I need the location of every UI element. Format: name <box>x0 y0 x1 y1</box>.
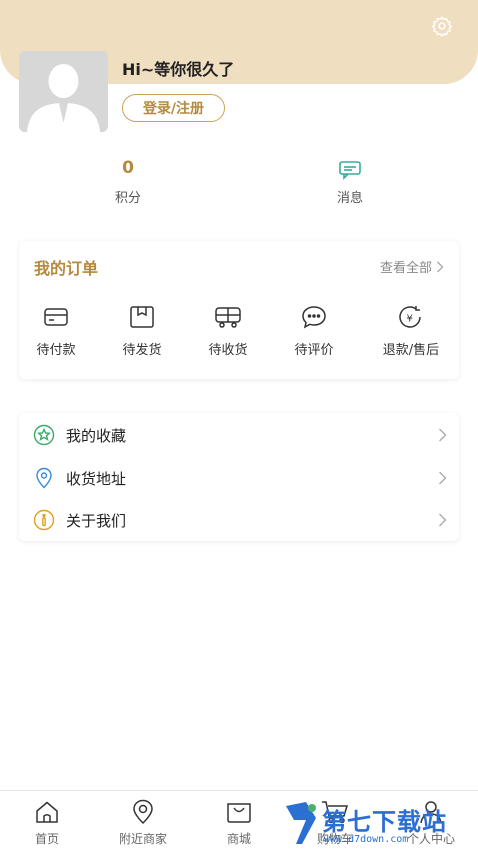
points-stat[interactable]: 0 积分 <box>68 158 188 206</box>
tab-mall[interactable]: 商城 <box>199 799 279 847</box>
menu-item-favorites[interactable]: 我的收藏 <box>19 415 459 455</box>
tab-nearby-label: 附近商家 <box>118 832 167 846</box>
messages-stat[interactable]: 消息 <box>290 158 410 206</box>
menu-item-about[interactable]: 关于我们 <box>19 500 459 540</box>
order-pending-receipt[interactable]: 待收货 <box>184 303 272 358</box>
map-pin-icon <box>133 799 153 825</box>
points-label: 积分 <box>114 191 141 206</box>
default-avatar-icon <box>19 51 108 132</box>
gear-icon <box>431 16 453 37</box>
info-icon <box>33 509 55 531</box>
chevron-right-icon <box>439 513 447 527</box>
truck-icon <box>215 307 241 328</box>
menu-item-address-label: 收货地址 <box>66 469 127 488</box>
points-value: 0 <box>122 158 134 178</box>
avatar[interactable] <box>19 51 108 132</box>
refund-icon: ¥ <box>399 306 421 328</box>
menu-item-address[interactable]: 收货地址 <box>19 458 459 498</box>
tab-profile-label: 个人中心 <box>406 832 455 846</box>
order-pending-receipt-label: 待收货 <box>208 343 248 358</box>
bottom-tab-bar: 首页 附近商家 商城 购物车 个人中心 <box>0 790 478 850</box>
shopping-bag-icon <box>227 803 251 823</box>
tab-home-label: 首页 <box>34 832 59 846</box>
greeting-text: Hi~等你很久了 <box>122 60 235 79</box>
view-all-label: 查看全部 <box>379 261 432 276</box>
order-pending-payment-label: 待付款 <box>36 343 76 358</box>
order-refund-label: 退款/售后 <box>382 343 440 358</box>
messages-label: 消息 <box>336 191 363 206</box>
home-icon <box>36 801 58 823</box>
comment-icon <box>302 306 326 329</box>
order-pending-review[interactable]: 待评价 <box>270 303 358 358</box>
view-all-orders-link[interactable]: 查看全部 <box>380 257 444 276</box>
tab-mall-label: 商城 <box>226 832 251 846</box>
tab-home[interactable]: 首页 <box>7 799 87 847</box>
svg-text:¥: ¥ <box>407 314 413 325</box>
star-icon <box>33 424 55 446</box>
menu-item-favorites-label: 我的收藏 <box>66 426 127 445</box>
card-icon <box>44 308 68 326</box>
orders-title: 我的订单 <box>34 259 99 278</box>
location-icon <box>36 467 52 489</box>
order-pending-shipment[interactable]: 待发货 <box>98 303 186 358</box>
order-pending-payment[interactable]: 待付款 <box>12 303 100 358</box>
person-icon <box>420 801 442 824</box>
orders-card: 我的订单 查看全部 待付款 待发货 待收货 待评价 ¥ 退款/售后 <box>19 241 459 379</box>
tab-nearby[interactable]: 附近商家 <box>103 799 183 847</box>
login-register-button[interactable]: 登录/注册 <box>122 94 225 122</box>
order-pending-shipment-label: 待发货 <box>122 343 162 358</box>
tab-profile[interactable]: 个人中心 <box>391 799 471 847</box>
settings-button[interactable] <box>430 14 454 38</box>
tab-cart[interactable]: 购物车 <box>295 799 375 847</box>
message-icon <box>339 161 361 180</box>
order-pending-review-label: 待评价 <box>294 343 334 358</box>
chevron-right-icon <box>439 428 447 442</box>
chevron-right-icon <box>437 261 444 272</box>
package-icon <box>130 306 154 328</box>
menu-card: 我的收藏 收货地址 关于我们 <box>19 413 459 541</box>
menu-item-about-label: 关于我们 <box>66 511 127 530</box>
chevron-right-icon <box>439 471 447 485</box>
order-refund-aftersale[interactable]: ¥ 退款/售后 <box>367 303 455 358</box>
cart-icon <box>322 801 349 824</box>
tab-cart-label: 购物车 <box>316 832 353 846</box>
